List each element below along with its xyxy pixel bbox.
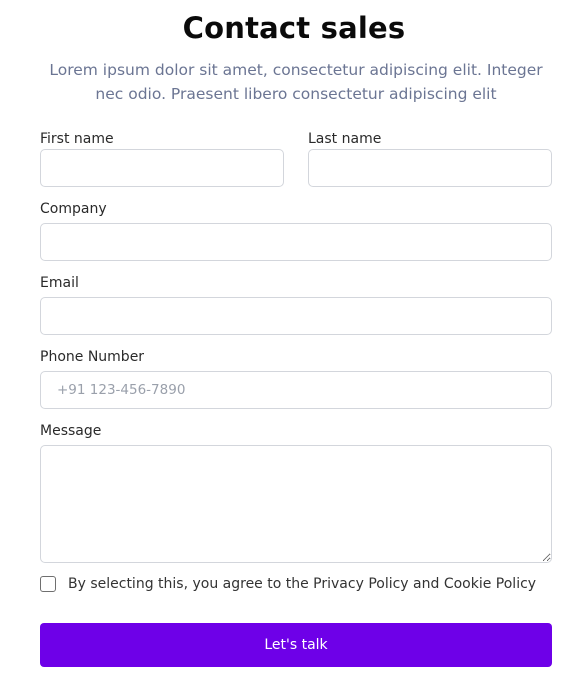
message-label: Message: [40, 423, 102, 439]
message-field[interactable]: [40, 445, 552, 563]
phone-label: Phone Number: [40, 349, 145, 365]
consent-row[interactable]: By selecting this, you agree to the Priv…: [40, 576, 536, 592]
last-name-field[interactable]: [308, 149, 552, 187]
last-name-label: Last name: [308, 131, 382, 147]
company-label: Company: [40, 201, 107, 217]
contact-sales-page: Contact sales Lorem ipsum dolor sit amet…: [0, 0, 588, 693]
email-field[interactable]: [40, 297, 552, 335]
submit-button[interactable]: Let's talk: [40, 623, 552, 667]
consent-text: By selecting this, you agree to the Priv…: [68, 576, 537, 592]
page-title: Contact sales: [182, 11, 406, 45]
phone-field[interactable]: [40, 371, 552, 409]
company-field[interactable]: [40, 223, 552, 261]
email-label: Email: [40, 275, 79, 291]
first-name-label: First name: [40, 131, 114, 147]
page-subtitle: Lorem ipsum dolor sit amet, consectetur …: [49, 61, 543, 103]
first-name-field[interactable]: [40, 149, 284, 187]
consent-checkbox[interactable]: [40, 576, 56, 592]
